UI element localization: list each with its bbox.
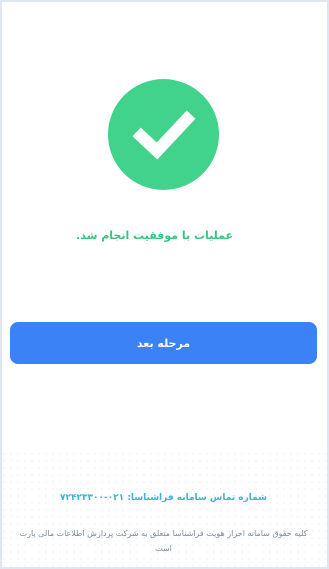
success-indicator [108,79,219,190]
contact-info: شماره تماس سامانه فراشناسا: ۰۲۱-۷۲۴۲۳۳۰۰ [12,491,315,505]
success-message: عملیات با موفقیت انجام شد. [76,229,233,242]
copyright-text: کلیه حقوق سامانه احراز هویت فراشناسا متع… [19,529,308,553]
screen: عملیات با موفقیت انجام شد. مرحله بعد شما… [0,0,329,569]
checkmark-icon [132,110,196,160]
contact-number[interactable]: ۰۲۱-۷۲۴۲۳۳۰۰ [60,493,124,503]
next-step-button[interactable]: مرحله بعد [10,322,317,364]
contact-label: شماره تماس سامانه فراشناسا: [127,493,268,503]
